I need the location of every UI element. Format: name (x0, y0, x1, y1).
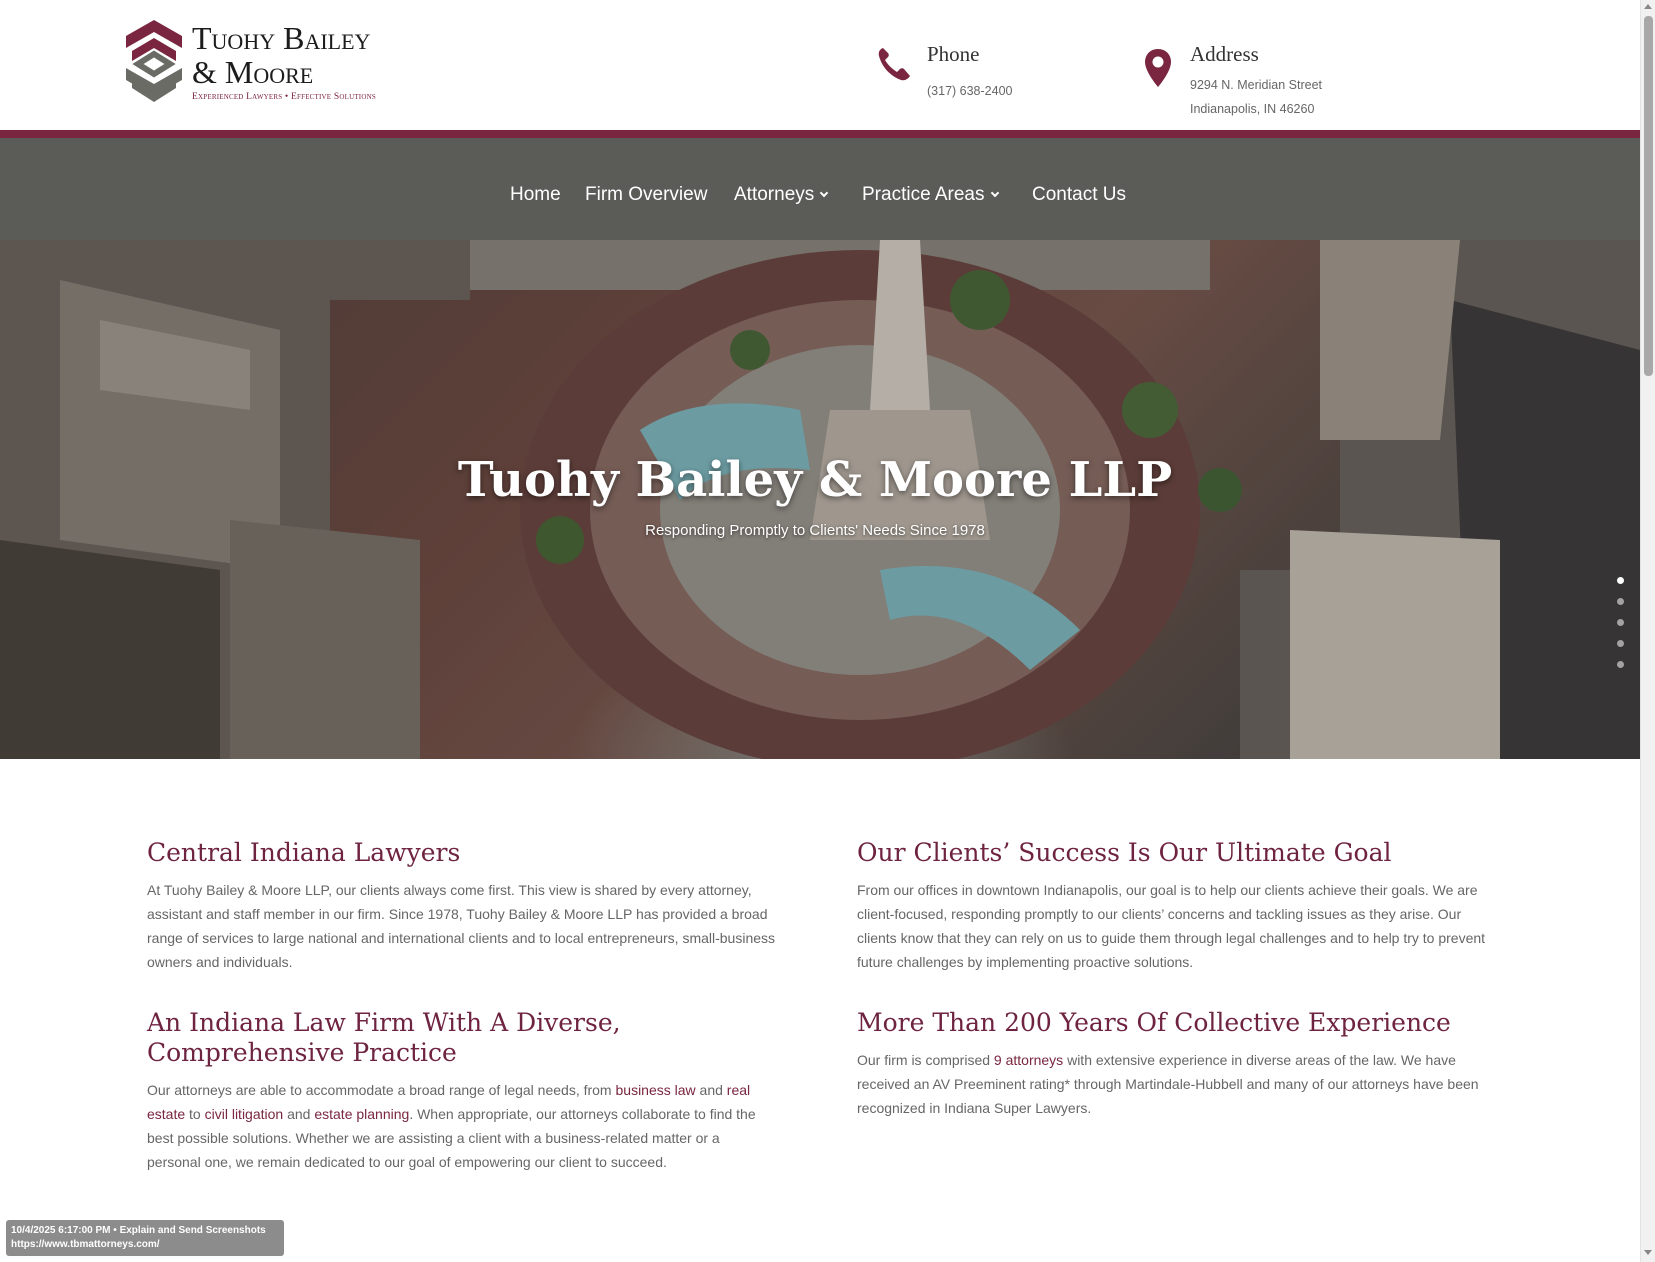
address-title: Address (1190, 42, 1259, 66)
address-block: Address 9294 N. Meridian Street Indianap… (1140, 42, 1360, 122)
address-line-2: Indianapolis, IN 46260 (1190, 102, 1315, 116)
nav-item-attorneys[interactable]: Attorneys (734, 184, 829, 206)
nav-label: Attorneys (734, 184, 815, 205)
link-attorneys[interactable]: 9 attorneys (994, 1052, 1063, 1068)
section-heading: More Than 200 Years Of Collective Experi… (857, 1008, 1451, 1037)
content-right-column: Our Clients’ Success Is Our Ultimate Goa… (857, 838, 1497, 1154)
hero-subtitle: Responding Promptly to Clients' Needs Si… (645, 522, 985, 539)
map-pin-icon (1145, 49, 1171, 87)
logo-line-1: Tuohy Bailey (192, 20, 371, 56)
scroll-up-icon[interactable] (1644, 4, 1652, 9)
slider-dots (1617, 577, 1625, 682)
slider-dot[interactable] (1617, 577, 1624, 584)
header-divider (0, 130, 1640, 138)
section-text: Our attorneys are able to accommodate a … (147, 1082, 756, 1170)
logo-emblem-icon (126, 20, 182, 102)
hero-title: Tuohy Bailey & Moore LLP (457, 452, 1173, 508)
nav-item-home[interactable]: Home (510, 184, 561, 206)
nav-label: Contact Us (1032, 184, 1126, 205)
chevron-down-icon (820, 188, 829, 198)
slider-dot[interactable] (1617, 598, 1624, 605)
link-business-law[interactable]: business law (616, 1082, 696, 1098)
nav-item-contact-us[interactable]: Contact Us (1032, 184, 1126, 206)
screenshot-info-overlay: 10/4/2025 6:17:00 PM • Explain and Send … (6, 1220, 284, 1256)
section-heading: An Indiana Law Firm With A Diverse, Comp… (147, 1008, 621, 1067)
section-heading: Our Clients’ Success Is Our Ultimate Goa… (857, 838, 1392, 867)
overlay-timestamp: 10/4/2025 6:17:00 PM • Explain and Send … (11, 1225, 266, 1236)
phone-icon (878, 48, 910, 81)
slider-dot[interactable] (1617, 640, 1624, 647)
section-text: At Tuohy Bailey & Moore LLP, our clients… (147, 882, 776, 970)
address-line-1: 9294 N. Meridian Street (1190, 78, 1323, 92)
logo-line-2: & Moore (192, 54, 314, 90)
overlay-url: https://www.tbmattorneys.com/ (11, 1239, 160, 1250)
nav-label: Firm Overview (585, 184, 708, 205)
nav-label: Practice Areas (862, 184, 985, 205)
scroll-thumb[interactable] (1644, 16, 1653, 376)
nav-item-firm-overview[interactable]: Firm Overview (585, 184, 707, 206)
content-left-column: Central Indiana Lawyers At Tuohy Bailey … (147, 838, 777, 1208)
page-scrollbar[interactable] (1640, 0, 1655, 1262)
link-estate-planning[interactable]: estate planning (314, 1106, 409, 1122)
nav-label: Home (510, 184, 561, 205)
phone-block: Phone (317) 638-2400 (877, 42, 1077, 112)
nav-item-practice-areas[interactable]: Practice Areas (862, 184, 999, 206)
firm-logo[interactable]: Tuohy Bailey & Moore Experienced Lawyers… (124, 18, 384, 108)
phone-title: Phone (927, 42, 980, 66)
phone-number[interactable]: (317) 638-2400 (927, 84, 1012, 98)
chevron-down-icon (990, 188, 999, 198)
main-nav: Home Firm Overview Attorneys Practice Ar… (0, 138, 1640, 240)
link-civil-litigation[interactable]: civil litigation (205, 1106, 284, 1122)
scroll-down-icon[interactable] (1644, 1250, 1652, 1255)
section-heading: Central Indiana Lawyers (147, 838, 461, 867)
section-text: From our offices in downtown Indianapoli… (857, 882, 1486, 970)
site-header: Tuohy Bailey & Moore Experienced Lawyers… (0, 0, 1640, 131)
logo-tagline: Experienced Lawyers • Effective Solution… (192, 92, 376, 102)
slider-dot[interactable] (1617, 619, 1624, 626)
slider-dot[interactable] (1617, 661, 1624, 668)
section-text: Our firm is comprised 9 attorneys with e… (857, 1052, 1479, 1116)
hero-slider: Tuohy Bailey & Moore LLP Responding Prom… (0, 240, 1640, 759)
